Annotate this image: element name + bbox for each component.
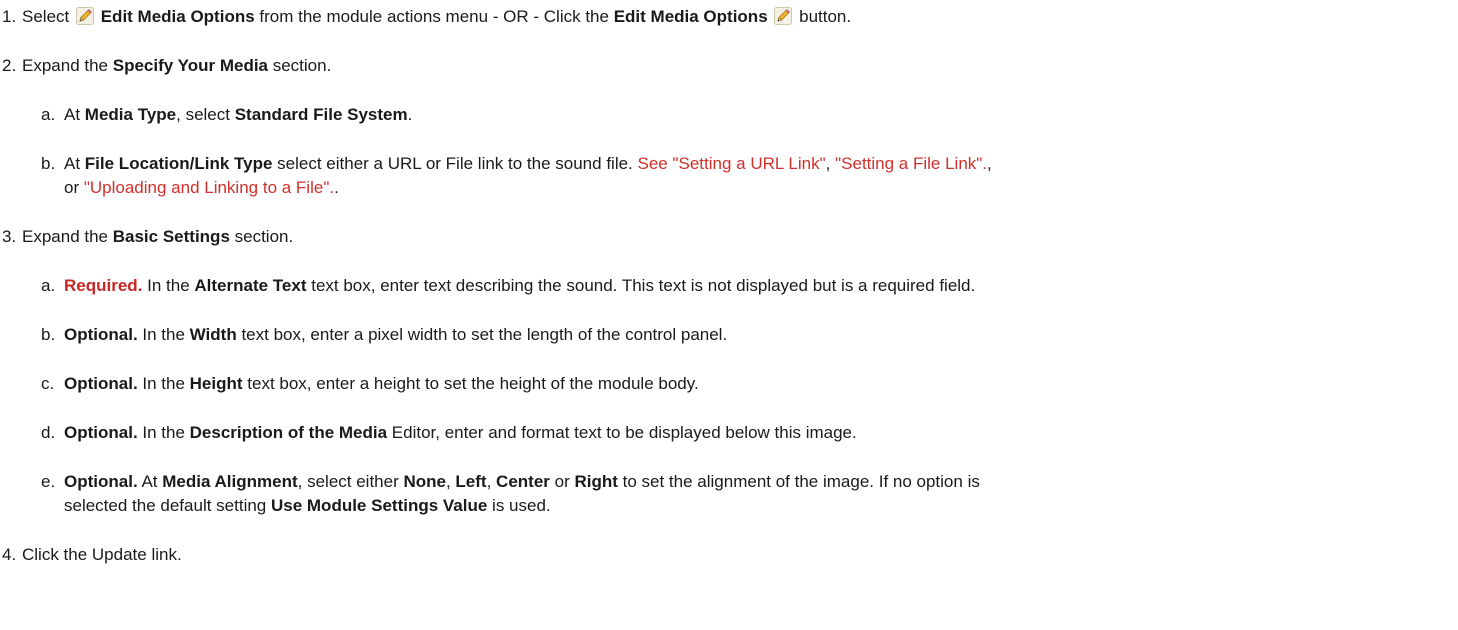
step-number: 3. [2, 227, 17, 246]
pencil-icon [76, 7, 94, 25]
substep-letter: a. [41, 105, 56, 124]
setting-url-link[interactable]: See "Setting a URL Link" [638, 154, 826, 173]
setting-file-link[interactable]: "Setting a File Link". [835, 154, 987, 173]
step-3e-text-cont: selected the default setting Use Module … [64, 496, 551, 515]
substep-letter: b. [41, 154, 56, 173]
pencil-icon [774, 7, 792, 25]
optional-label: Optional. [64, 374, 138, 393]
step-3-text: Expand the Basic Settings section. [22, 227, 294, 246]
optional-label: Optional. [64, 472, 138, 491]
step-3c-text: Optional. In the Height text box, enter … [64, 374, 699, 393]
uploading-file-link[interactable]: "Uploading and Linking to a File". [84, 178, 334, 197]
step-1-text: Select Edit Media Options from the modul… [22, 7, 852, 26]
step-2b-text-cont: or "Uploading and Linking to a File".. [64, 178, 339, 197]
edit-media-options-label: Edit Media Options [613, 7, 768, 26]
substep-letter: a. [41, 276, 56, 295]
step-2b-text: At File Location/Link Type select either… [64, 154, 992, 173]
step-4-text: Click the Update link. [22, 545, 182, 564]
step-number: 1. [2, 7, 17, 26]
substep-letter: b. [41, 325, 56, 344]
step-2-text: Expand the Specify Your Media section. [22, 56, 332, 75]
optional-label: Optional. [64, 423, 138, 442]
step-3e-text: Optional. At Media Alignment, select eit… [64, 472, 980, 491]
step-2a-text: At Media Type, select Standard File Syst… [64, 105, 413, 124]
required-label: Required. [64, 276, 143, 295]
optional-label: Optional. [64, 325, 138, 344]
step-number: 4. [2, 545, 17, 564]
step-3a-text: Required. In the Alternate Text text box… [64, 276, 976, 295]
substep-letter: c. [41, 374, 55, 393]
substep-letter: e. [41, 472, 56, 491]
edit-media-options-label: Edit Media Options [100, 7, 255, 26]
step-3d-text: Optional. In the Description of the Medi… [64, 423, 857, 442]
step-number: 2. [2, 56, 17, 75]
substep-letter: d. [41, 423, 56, 442]
step-3b-text: Optional. In the Width text box, enter a… [64, 325, 728, 344]
